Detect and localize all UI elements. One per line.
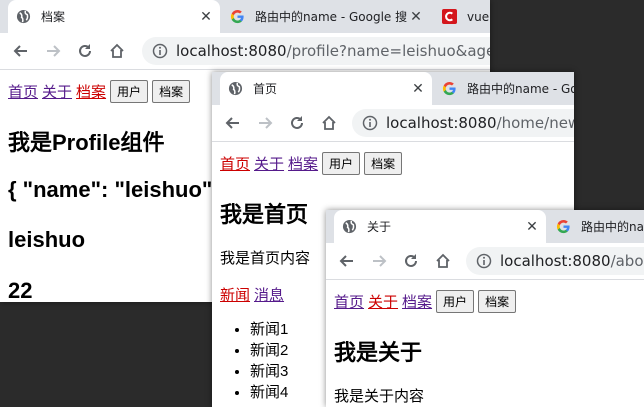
page-heading: 我是首页 [220, 202, 309, 227]
url-path: /profile?name=leishuo&age=22 [286, 42, 490, 60]
tab-google-search[interactable]: 路由中的name - Google 搜 ✕ [222, 0, 430, 33]
reload-icon[interactable] [402, 252, 420, 270]
list-item: 新闻4 [250, 382, 288, 403]
list-item: 新闻3 [250, 361, 288, 382]
link-home[interactable]: 首页 [334, 291, 364, 312]
profile-button[interactable]: 档案 [478, 290, 517, 313]
list-item: 新闻2 [250, 340, 288, 361]
tab-title: 关于 [367, 220, 392, 234]
link-home[interactable]: 首页 [8, 81, 38, 102]
tab-title: 档案 [41, 10, 66, 24]
tab-title: 首页 [253, 82, 278, 96]
reload-icon[interactable] [76, 42, 94, 60]
browser-toolbar: localhost:8080/about [326, 243, 644, 280]
user-button[interactable]: 用户 [110, 80, 149, 103]
close-icon[interactable]: ✕ [198, 9, 214, 25]
url-host: localhost:8080 [500, 252, 611, 270]
age-value: 22 [8, 278, 33, 302]
close-icon[interactable]: ✕ [410, 81, 426, 97]
tab-title: vue [467, 9, 490, 24]
tab-title: 路由中的name - Google 搜 [255, 10, 408, 24]
router-links: 首页 关于 档案 用户 档案 [334, 290, 520, 313]
home-icon[interactable] [320, 114, 338, 132]
url-path: /about [610, 252, 644, 270]
google-icon [556, 219, 571, 234]
link-news[interactable]: 新闻 [220, 284, 250, 305]
link-about[interactable]: 关于 [254, 153, 284, 174]
router-links: 首页 关于 档案 用户 档案 [220, 152, 406, 175]
link-home[interactable]: 首页 [220, 153, 250, 174]
profile-button[interactable]: 档案 [364, 152, 403, 175]
forward-icon[interactable] [256, 114, 274, 132]
about-text: 我是关于内容 [334, 388, 425, 405]
page-content: 首页 关于 档案 用户 档案 我是关于 我是关于内容 [334, 280, 644, 407]
globe-icon [16, 9, 31, 24]
tab-title: 路由中的name - Google [467, 82, 574, 96]
tab-vue[interactable]: vue [434, 0, 490, 33]
info-icon [152, 43, 168, 59]
about-window: 关于 ✕ 路由中的name localhost:8080/about 首页 关于… [326, 210, 644, 407]
codepen-icon [442, 9, 457, 24]
url-path: /home/news [496, 114, 574, 132]
address-bar[interactable]: localhost:8080/about [466, 247, 644, 275]
browser-toolbar: localhost:8080/profile?name=leishuo&age=… [0, 33, 490, 70]
home-icon[interactable] [434, 252, 452, 270]
browser-toolbar: localhost:8080/home/news [212, 105, 574, 142]
tab-strip: 首页 ✕ 路由中的name - Google [212, 72, 574, 105]
home-text: 我是首页内容 [220, 250, 311, 267]
address-bar[interactable]: localhost:8080/profile?name=leishuo&age=… [142, 37, 490, 65]
tab-strip: 档案 ✕ 路由中的name - Google 搜 ✕ vue [0, 0, 490, 33]
url-host: localhost:8080 [176, 42, 287, 60]
profile-button[interactable]: 档案 [152, 80, 191, 103]
google-icon [442, 81, 457, 96]
sub-links: 新闻 消息 [220, 284, 288, 305]
name-value: leishuo [8, 227, 86, 252]
google-icon [230, 9, 245, 24]
back-icon[interactable] [224, 114, 242, 132]
link-profile[interactable]: 档案 [288, 153, 318, 174]
tab-strip: 关于 ✕ 路由中的name [326, 210, 644, 243]
home-icon[interactable] [108, 42, 126, 60]
link-profile[interactable]: 档案 [402, 291, 432, 312]
tab-home[interactable]: 首页 ✕ [220, 72, 432, 105]
globe-icon [228, 81, 243, 96]
tab-about[interactable]: 关于 ✕ [334, 210, 546, 243]
router-links: 首页 关于 档案 用户 档案 [8, 80, 194, 103]
page-heading: 我是关于 [334, 340, 423, 365]
tab-google-search[interactable]: 路由中的name [548, 210, 644, 243]
link-profile[interactable]: 档案 [76, 81, 106, 102]
link-messages[interactable]: 消息 [254, 284, 284, 305]
forward-icon[interactable] [370, 252, 388, 270]
link-about[interactable]: 关于 [368, 291, 398, 312]
url-host: localhost:8080 [386, 114, 497, 132]
info-icon [476, 253, 492, 269]
user-button[interactable]: 用户 [436, 290, 475, 313]
globe-icon [342, 219, 357, 234]
page-heading: 我是Profile组件 [8, 130, 165, 155]
list-item: 新闻1 [250, 319, 288, 340]
reload-icon[interactable] [288, 114, 306, 132]
news-list: 新闻1 新闻2 新闻3 新闻4 [212, 319, 288, 403]
back-icon[interactable] [12, 42, 30, 60]
tab-title: 路由中的name [581, 220, 644, 234]
forward-icon[interactable] [44, 42, 62, 60]
back-icon[interactable] [338, 252, 356, 270]
info-icon [362, 115, 378, 131]
address-bar[interactable]: localhost:8080/home/news [352, 109, 574, 137]
tab-google-search[interactable]: 路由中的name - Google [434, 72, 574, 105]
tab-profile[interactable]: 档案 ✕ [8, 0, 220, 33]
user-button[interactable]: 用户 [322, 152, 361, 175]
close-icon[interactable]: ✕ [524, 219, 540, 235]
link-about[interactable]: 关于 [42, 81, 72, 102]
close-icon[interactable]: ✕ [408, 9, 424, 25]
